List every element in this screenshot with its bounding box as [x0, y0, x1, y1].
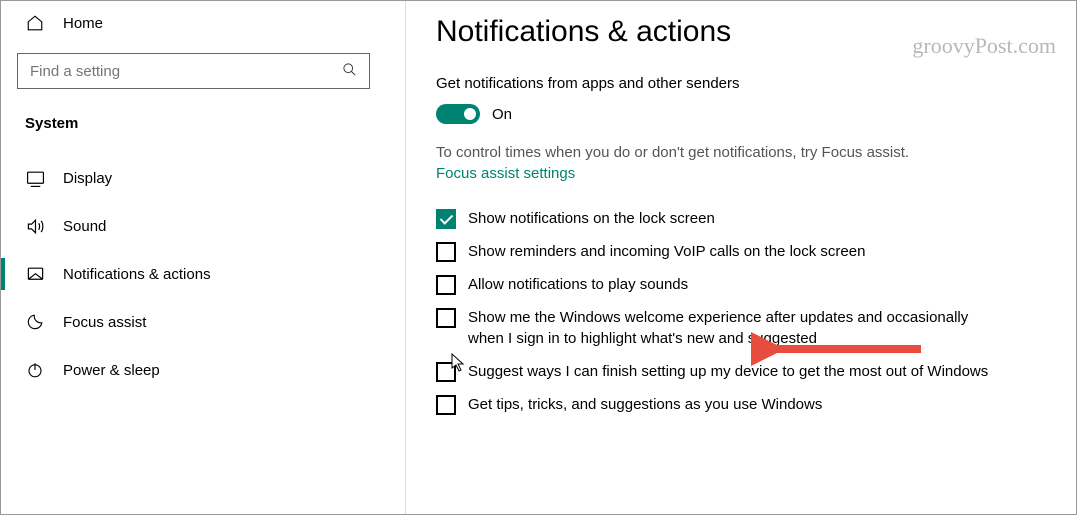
- checkbox-finish-setup[interactable]: [436, 362, 456, 382]
- notifications-toggle[interactable]: [436, 104, 480, 124]
- sidebar-item-label: Focus assist: [63, 314, 146, 331]
- watermark: groovyPost.com: [912, 33, 1056, 59]
- sidebar: Home System Display Sound Notifica: [1, 1, 406, 514]
- notifications-toggle-label: Get notifications from apps and other se…: [436, 75, 1046, 92]
- sidebar-item-display[interactable]: Display: [17, 154, 389, 202]
- focus-assist-link[interactable]: Focus assist settings: [436, 165, 575, 182]
- search-icon: [342, 62, 357, 80]
- nav-home-label: Home: [63, 15, 103, 32]
- display-icon: [25, 168, 45, 188]
- notifications-icon: [25, 264, 45, 284]
- checkbox-label: Get tips, tricks, and suggestions as you…: [468, 394, 822, 415]
- sidebar-item-focus-assist[interactable]: Focus assist: [17, 298, 389, 346]
- moon-icon: [25, 312, 45, 332]
- checkbox-label: Suggest ways I can finish setting up my …: [468, 361, 988, 382]
- focus-assist-description: To control times when you do or don't ge…: [436, 144, 1046, 161]
- checkbox-play-sounds[interactable]: [436, 275, 456, 295]
- home-icon: [25, 13, 45, 33]
- power-icon: [25, 360, 45, 380]
- sound-icon: [25, 216, 45, 236]
- sidebar-item-sound[interactable]: Sound: [17, 202, 389, 250]
- search-input[interactable]: [30, 63, 342, 80]
- nav-home[interactable]: Home: [17, 9, 389, 47]
- checkbox-lock-screen-notifications[interactable]: [436, 209, 456, 229]
- checkbox-reminders-voip[interactable]: [436, 242, 456, 262]
- checkbox-label: Show notifications on the lock screen: [468, 208, 715, 229]
- search-box[interactable]: [17, 53, 370, 89]
- checkbox-tips-tricks[interactable]: [436, 395, 456, 415]
- sidebar-item-label: Sound: [63, 218, 106, 235]
- sidebar-item-label: Display: [63, 170, 112, 187]
- checkbox-welcome-experience[interactable]: [436, 308, 456, 328]
- sidebar-item-notifications[interactable]: Notifications & actions: [17, 250, 389, 298]
- sidebar-category: System: [17, 107, 389, 154]
- checkbox-label: Allow notifications to play sounds: [468, 274, 688, 295]
- toggle-state-label: On: [492, 106, 512, 123]
- main-panel: Notifications & actions Get notification…: [406, 1, 1076, 514]
- checkbox-label: Show reminders and incoming VoIP calls o…: [468, 241, 865, 262]
- sidebar-item-label: Power & sleep: [63, 362, 160, 379]
- sidebar-item-label: Notifications & actions: [63, 266, 211, 283]
- checkbox-label: Show me the Windows welcome experience a…: [468, 307, 1008, 349]
- sidebar-item-power[interactable]: Power & sleep: [17, 346, 389, 394]
